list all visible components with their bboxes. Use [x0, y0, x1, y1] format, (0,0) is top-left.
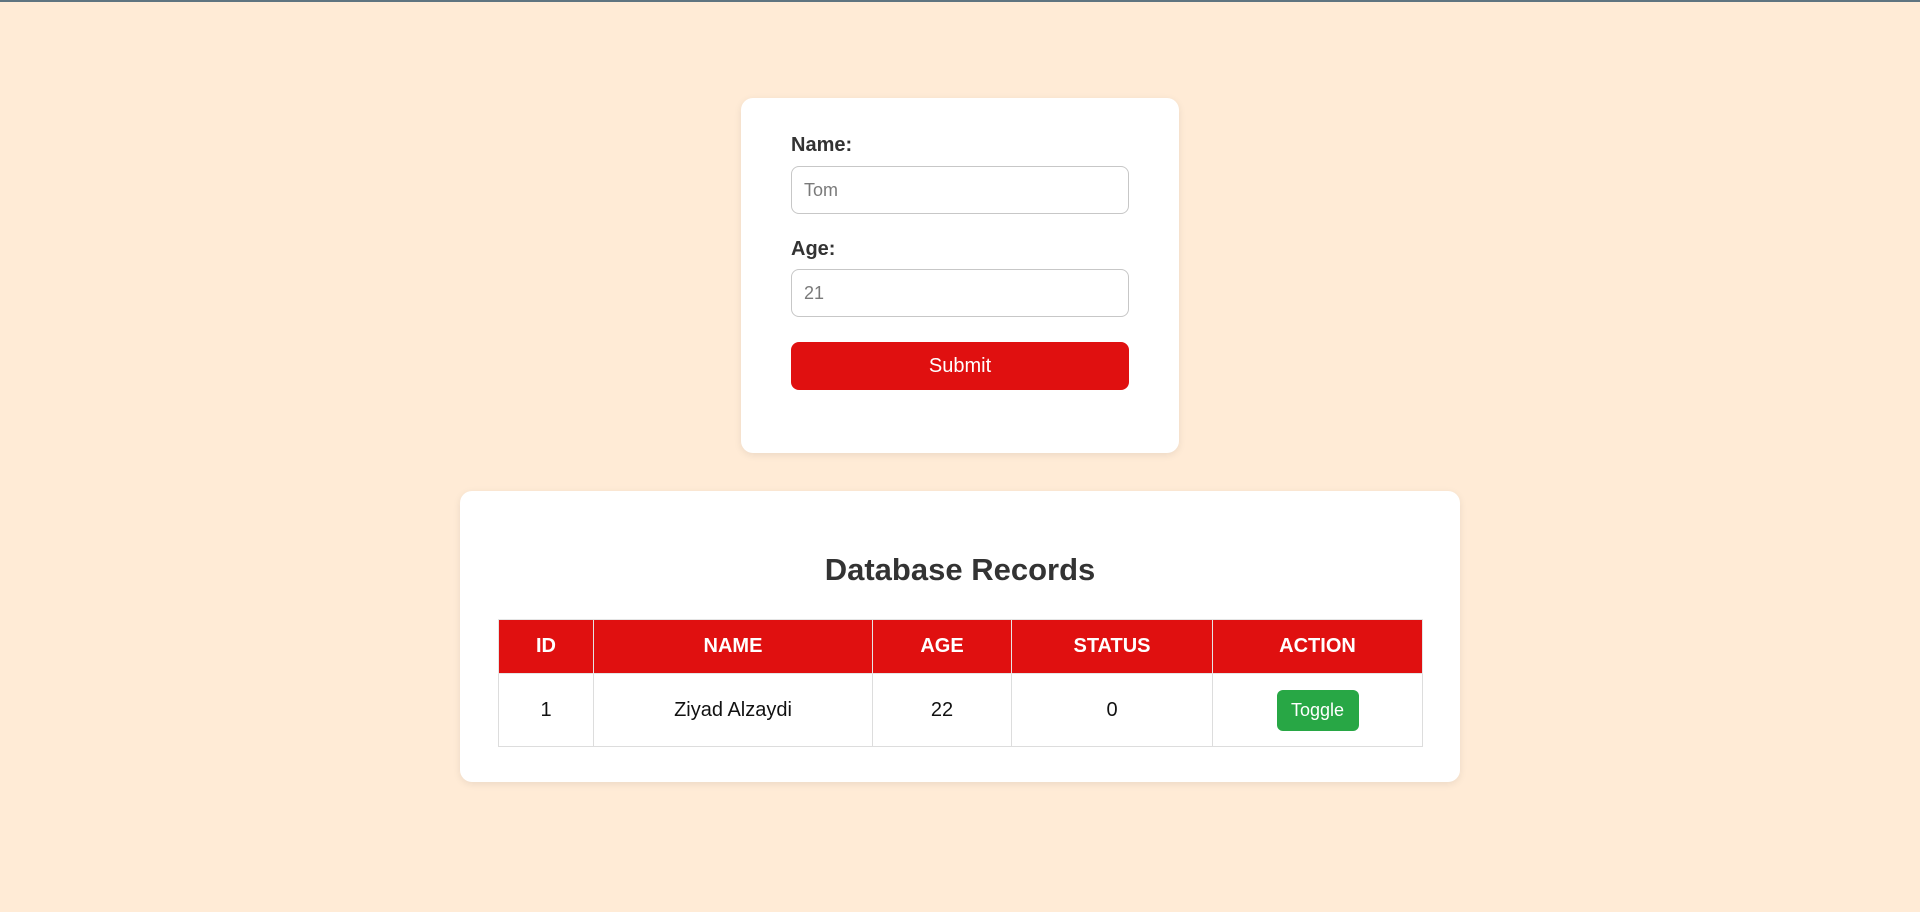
- cell-name: Ziyad Alzaydi: [593, 673, 873, 747]
- name-input[interactable]: [791, 166, 1129, 214]
- name-label: Name:: [791, 134, 853, 156]
- column-header-name: NAME: [593, 619, 873, 674]
- column-header-action: ACTION: [1212, 619, 1423, 674]
- records-table: ID NAME AGE STATUS ACTION 1 Ziyad Alzayd…: [498, 619, 1423, 747]
- records-title: Database Records: [824, 552, 1096, 587]
- submit-button[interactable]: Submit: [791, 342, 1129, 390]
- column-header-status: STATUS: [1011, 619, 1213, 674]
- age-label: Age:: [791, 238, 836, 260]
- records-card: Database Records ID NAME AGE STATUS ACTI…: [460, 491, 1460, 782]
- column-header-id: ID: [498, 619, 594, 674]
- toggle-button[interactable]: Toggle: [1276, 689, 1359, 731]
- cell-status: 0: [1011, 673, 1213, 747]
- cell-age: 22: [872, 673, 1012, 747]
- cell-id: 1: [498, 673, 594, 747]
- age-input[interactable]: [791, 269, 1129, 317]
- table-header-row: ID NAME AGE STATUS ACTION: [498, 619, 1423, 674]
- entry-form-card: Name: Age: Submit: [741, 98, 1179, 453]
- cell-action: Toggle: [1212, 673, 1423, 747]
- table-row: 1 Ziyad Alzaydi 22 0 Toggle: [498, 673, 1423, 747]
- column-header-age: AGE: [872, 619, 1012, 674]
